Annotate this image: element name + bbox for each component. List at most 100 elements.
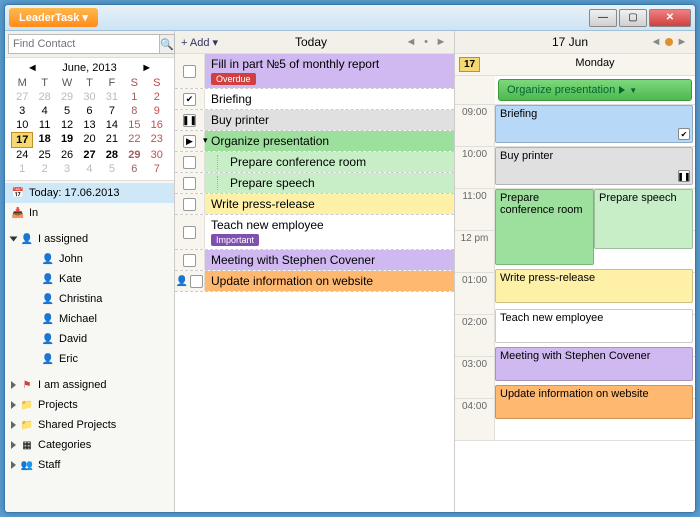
nav-person[interactable]: 👤Kate [5, 269, 174, 289]
next-day[interactable]: ► [434, 36, 448, 48]
nav-i-am-assigned[interactable]: ⚑I am assigned [5, 375, 174, 395]
nav-person[interactable]: 👤David [5, 329, 174, 349]
cal-day[interactable]: 1 [11, 162, 33, 176]
cal-day[interactable]: 13 [78, 118, 100, 132]
cal-day[interactable]: 25 [33, 148, 55, 162]
cal-day[interactable]: 19 [56, 132, 78, 148]
cal-day[interactable]: 20 [78, 132, 100, 148]
task-checkbox[interactable]: ❚❚ [183, 114, 196, 127]
nav-today[interactable]: 📅Today: 17.06.2013 [5, 183, 174, 203]
task-row[interactable]: ❚❚Buy printer [175, 110, 454, 131]
task-checkbox[interactable] [183, 65, 196, 78]
cal-day[interactable]: 7 [101, 104, 123, 118]
cal-day[interactable]: 11 [33, 118, 55, 132]
search-button[interactable]: 🔍 [160, 34, 175, 54]
cal-day[interactable]: 29 [56, 90, 78, 104]
task-row[interactable]: ▶▾Organize presentation [175, 131, 454, 152]
task-row[interactable]: Meeting with Stephen Covener [175, 250, 454, 271]
nav-person[interactable]: 👤John [5, 249, 174, 269]
task-checkbox[interactable] [183, 254, 196, 267]
calendar-event[interactable]: Prepare conference room [495, 189, 594, 265]
cal-day[interactable]: 28 [101, 148, 123, 162]
task-checkbox[interactable] [183, 177, 196, 190]
cal-day[interactable]: 27 [78, 148, 100, 162]
task-checkbox[interactable]: ✔ [183, 93, 196, 106]
task-checkbox[interactable] [183, 156, 196, 169]
cal-day[interactable]: 31 [101, 90, 123, 104]
event-checkbox[interactable]: ✔ [678, 128, 690, 140]
cal-day[interactable]: 18 [33, 132, 55, 148]
calendar-event[interactable]: Prepare speech [594, 189, 693, 249]
expand-icon[interactable]: ▾ [203, 135, 208, 146]
cal-day[interactable]: 3 [56, 162, 78, 176]
app-menu-button[interactable]: LeaderTask ▾ [9, 8, 98, 27]
task-row[interactable]: ✔Briefing [175, 89, 454, 110]
cal-day[interactable]: 24 [11, 148, 33, 162]
task-row[interactable]: Fill in part №5 of monthly reportOverdue [175, 54, 454, 89]
nav-i-assigned[interactable]: 👤I assigned [5, 229, 174, 249]
task-row[interactable]: Prepare speech [175, 173, 454, 194]
calendar-event[interactable]: Briefing✔ [495, 105, 693, 143]
cal-day[interactable]: 6 [123, 162, 145, 176]
cal-day[interactable]: 5 [56, 104, 78, 118]
nav-shared[interactable]: 📁Shared Projects [5, 415, 174, 435]
cal-day[interactable]: 30 [146, 148, 168, 162]
event-checkbox[interactable]: ❚❚ [678, 170, 690, 182]
task-row[interactable]: 👤Update information on website [175, 271, 454, 292]
cal-day[interactable]: 29 [123, 148, 145, 162]
nav-person[interactable]: 👤Eric [5, 349, 174, 369]
day-prev[interactable]: ◄ [649, 36, 663, 48]
cal-prev[interactable]: ◄ [26, 62, 38, 74]
task-checkbox[interactable]: ▶ [183, 135, 196, 148]
close-button[interactable]: ✕ [649, 9, 691, 27]
cal-next[interactable]: ► [141, 62, 153, 74]
today-button[interactable]: • [419, 36, 433, 48]
cal-day[interactable]: 28 [33, 90, 55, 104]
cal-day[interactable]: 4 [33, 104, 55, 118]
nav-staff[interactable]: 👥Staff [5, 455, 174, 475]
prev-day[interactable]: ◄ [404, 36, 418, 48]
cal-day[interactable]: 7 [146, 162, 168, 176]
cal-day[interactable]: 4 [78, 162, 100, 176]
cal-day[interactable]: 3 [11, 104, 33, 118]
task-checkbox[interactable] [190, 275, 203, 288]
cal-day[interactable]: 15 [123, 118, 145, 132]
cal-day[interactable]: 21 [101, 132, 123, 148]
cal-day[interactable]: 1 [123, 90, 145, 104]
nav-projects[interactable]: 📁Projects [5, 395, 174, 415]
calendar-event[interactable]: Write press-release [495, 269, 693, 303]
nav-person[interactable]: 👤Michael [5, 309, 174, 329]
cal-day[interactable]: 30 [78, 90, 100, 104]
add-task-button[interactable]: + Add ▾ [181, 36, 218, 49]
cal-day[interactable]: 8 [123, 104, 145, 118]
day-today-icon[interactable] [665, 38, 673, 46]
cal-day[interactable]: 5 [101, 162, 123, 176]
cal-day[interactable]: 17 [11, 132, 33, 148]
minimize-button[interactable]: — [589, 9, 617, 27]
organize-presentation-button[interactable]: Organize presentation ▼ [498, 79, 692, 101]
cal-day[interactable]: 22 [123, 132, 145, 148]
day-next[interactable]: ► [675, 36, 689, 48]
nav-categories[interactable]: ▦Categories [5, 435, 174, 455]
timeline[interactable]: 09:0010:0011:0012 pm01:0002:0003:0004:00… [455, 105, 695, 512]
task-row[interactable]: Write press-release [175, 194, 454, 215]
task-row[interactable]: Prepare conference room [175, 152, 454, 173]
cal-day[interactable]: 9 [146, 104, 168, 118]
cal-day[interactable]: 6 [78, 104, 100, 118]
cal-day[interactable]: 23 [146, 132, 168, 148]
calendar-event[interactable]: Teach new employee [495, 309, 693, 343]
calendar-event[interactable]: Update information on website [495, 385, 693, 419]
calendar-event[interactable]: Meeting with Stephen Covener [495, 347, 693, 381]
task-checkbox[interactable] [183, 198, 196, 211]
cal-day[interactable]: 14 [101, 118, 123, 132]
nav-in[interactable]: 📥In [5, 203, 174, 223]
cal-day[interactable]: 10 [11, 118, 33, 132]
cal-day[interactable]: 27 [11, 90, 33, 104]
search-input[interactable] [8, 34, 160, 54]
cal-day[interactable]: 2 [33, 162, 55, 176]
cal-day[interactable]: 2 [146, 90, 168, 104]
calendar-event[interactable]: Buy printer❚❚ [495, 147, 693, 185]
task-row[interactable]: Teach new employeeImportant [175, 215, 454, 250]
cal-day[interactable]: 26 [56, 148, 78, 162]
nav-person[interactable]: 👤Christina [5, 289, 174, 309]
